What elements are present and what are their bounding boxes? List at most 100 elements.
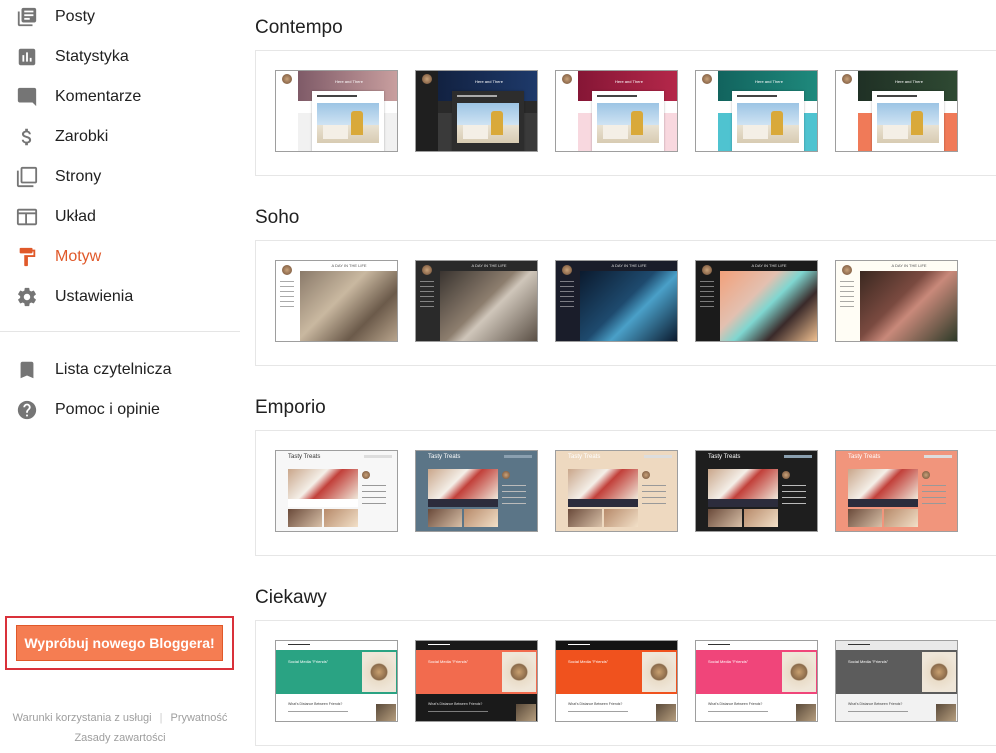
theme-thumbnail-soho-food[interactable]: A DAY IN THE LIFE <box>835 260 958 342</box>
side-menu-line <box>420 281 434 282</box>
thumb-avatar <box>282 74 292 84</box>
sidebar-item-posts[interactable]: Posty <box>0 0 240 37</box>
side-menu-line <box>700 291 714 292</box>
theme-thumbnail-emporio-salmon[interactable]: Tasty Treats <box>835 450 958 532</box>
thumb-title: Here and There <box>895 79 923 84</box>
wall-shape <box>463 125 488 139</box>
theme-thumbnail-ciekawy-black[interactable]: Social Media "Friends" What's Distance Be… <box>415 640 538 722</box>
theme-card-soho: A DAY IN THE LIFE A DAY IN THE LIFE A DAY … <box>255 240 996 366</box>
sidebar-item-label: Ustawienia <box>55 288 134 305</box>
thumb-title: A DAY IN THE LIFE <box>891 263 927 268</box>
thumb-avatar <box>702 74 712 84</box>
theme-thumbnail-emporio-slate[interactable]: Tasty Treats <box>415 450 538 532</box>
theme-thumbnail-emporio-white[interactable]: Tasty Treats <box>275 450 398 532</box>
terms-link[interactable]: Warunki korzystania z usługi <box>13 712 152 724</box>
wall-shape <box>603 125 628 139</box>
side-menu-line <box>840 291 854 292</box>
theme-section-title-emporio: Emporio <box>255 397 326 418</box>
theme-section-title-soho: Soho <box>255 207 300 228</box>
sidebar-item-pages[interactable]: Strony <box>0 157 240 197</box>
hero-image <box>580 271 677 341</box>
thumb-title: A DAY IN THE LIFE <box>751 263 787 268</box>
theme-thumbnail-ciekawy-pink[interactable]: Social Media "Friends" What's Distance Be… <box>695 640 818 722</box>
sidebar-item-stats[interactable]: Statystyka <box>0 37 240 77</box>
theme-thumbnail-emporio-black[interactable]: Tasty Treats <box>695 450 818 532</box>
theme-thumbnail-contempo-teal[interactable]: Here and There <box>695 70 818 152</box>
sidebar-line <box>362 485 386 486</box>
sidebar-line <box>782 491 806 492</box>
header-logo <box>288 644 310 645</box>
theme-thumbnail-soho-cosmetics[interactable]: A DAY IN THE LIFE <box>695 260 818 342</box>
theme-thumbnail-soho-interior[interactable]: A DAY IN THE LIFE <box>415 260 538 342</box>
search-bar <box>784 455 812 458</box>
theme-card-emporio: Tasty Treats Tasty Treats Tasty Treats Tast… <box>255 430 996 556</box>
bookmark-icon <box>16 359 38 381</box>
post-title-line <box>737 95 777 97</box>
theme-thumbnail-contempo-light[interactable]: Here and There <box>275 70 398 152</box>
thumb-avatar <box>282 265 292 275</box>
thumb-title: A DAY IN THE LIFE <box>471 263 507 268</box>
sidebar-item-help[interactable]: Pomoc i opinie <box>0 390 240 430</box>
thumb-avatar <box>422 265 432 275</box>
post-title-line <box>877 95 917 97</box>
thumb-title: Tasty Treats <box>428 454 461 460</box>
theme-thumbnail-ciekawy-green[interactable]: Social Media "Friends" What's Distance Be… <box>275 640 398 722</box>
side-menu-line <box>280 291 294 292</box>
header-bar <box>696 641 817 650</box>
thumb-subtitle: What's Distance Between Friends? <box>848 702 903 706</box>
pages-icon <box>16 166 38 188</box>
theme-thumbnail-soho-cat[interactable]: A DAY IN THE LIFE <box>275 260 398 342</box>
side-menu-line <box>560 291 574 292</box>
header-logo <box>568 644 590 645</box>
sidebar-item-settings[interactable]: Ustawienia <box>0 277 240 317</box>
feature-caption <box>568 499 638 507</box>
side-menu-line <box>840 281 854 282</box>
sidebar-item-label: Lista czytelnicza <box>55 361 172 378</box>
posts-icon <box>16 6 38 28</box>
sidebar-line <box>922 491 946 492</box>
side-menu-line <box>560 281 574 282</box>
post-title-line <box>597 95 637 97</box>
thumb-image-small <box>848 509 882 527</box>
sidebar-item-layout[interactable]: Układ <box>0 197 240 237</box>
sidebar-item-label: Motyw <box>55 248 102 265</box>
sidebar-item-reading-list[interactable]: Lista czytelnicza <box>0 350 240 390</box>
tower-shape <box>631 111 644 135</box>
theme-thumbnail-contempo-rose[interactable]: Here and There <box>555 70 678 152</box>
side-menu-line <box>840 306 854 307</box>
sidebar-line <box>642 491 666 492</box>
theme-thumbnail-contempo-coral[interactable]: Here and There <box>835 70 958 152</box>
sidebar-item-theme[interactable]: Motyw <box>0 237 240 277</box>
side-menu-line <box>840 301 854 302</box>
theme-thumbnail-emporio-beige[interactable]: Tasty Treats <box>555 450 678 532</box>
sidebar-item-earnings[interactable]: Zarobki <box>0 117 240 157</box>
thumb-title: Social Media "Friends" <box>568 659 609 664</box>
layout-icon <box>16 206 38 228</box>
text-line <box>568 711 628 712</box>
try-new-blogger-button[interactable]: Wypróbuj nowego Bloggera! <box>16 625 223 661</box>
theme-card-ciekawy: Social Media "Friends" What's Distance Be… <box>255 620 996 746</box>
sidebar-item-label: Układ <box>55 208 96 225</box>
sidebar-line <box>782 497 806 498</box>
header-logo <box>708 644 730 645</box>
content-policy-link[interactable]: Zasady zawartości <box>74 732 165 744</box>
side-menu-line <box>280 306 294 307</box>
thumb-title: Social Media "Friends" <box>288 659 329 664</box>
sidebar-line <box>782 485 806 486</box>
thumb-image-small <box>324 509 358 527</box>
header-bar <box>416 641 537 650</box>
theme-thumbnail-soho-space[interactable]: A DAY IN THE LIFE <box>555 260 678 342</box>
privacy-link[interactable]: Prywatność <box>170 712 227 724</box>
header-bar <box>276 641 397 650</box>
help-icon <box>16 399 38 421</box>
theme-thumbnail-ciekawy-gray[interactable]: Social Media "Friends" What's Distance Be… <box>835 640 958 722</box>
thumb-avatar <box>502 471 510 479</box>
sidebar-item-comments[interactable]: Komentarze <box>0 77 240 117</box>
feature-caption <box>848 499 918 507</box>
sidebar-line <box>922 497 946 498</box>
thumb-title: Here and There <box>755 79 783 84</box>
theme-thumbnail-contempo-dark[interactable]: Here and There <box>415 70 538 152</box>
feature-caption <box>708 499 778 507</box>
theme-thumbnail-ciekawy-orange[interactable]: Social Media "Friends" What's Distance Be… <box>555 640 678 722</box>
side-menu-line <box>280 296 294 297</box>
